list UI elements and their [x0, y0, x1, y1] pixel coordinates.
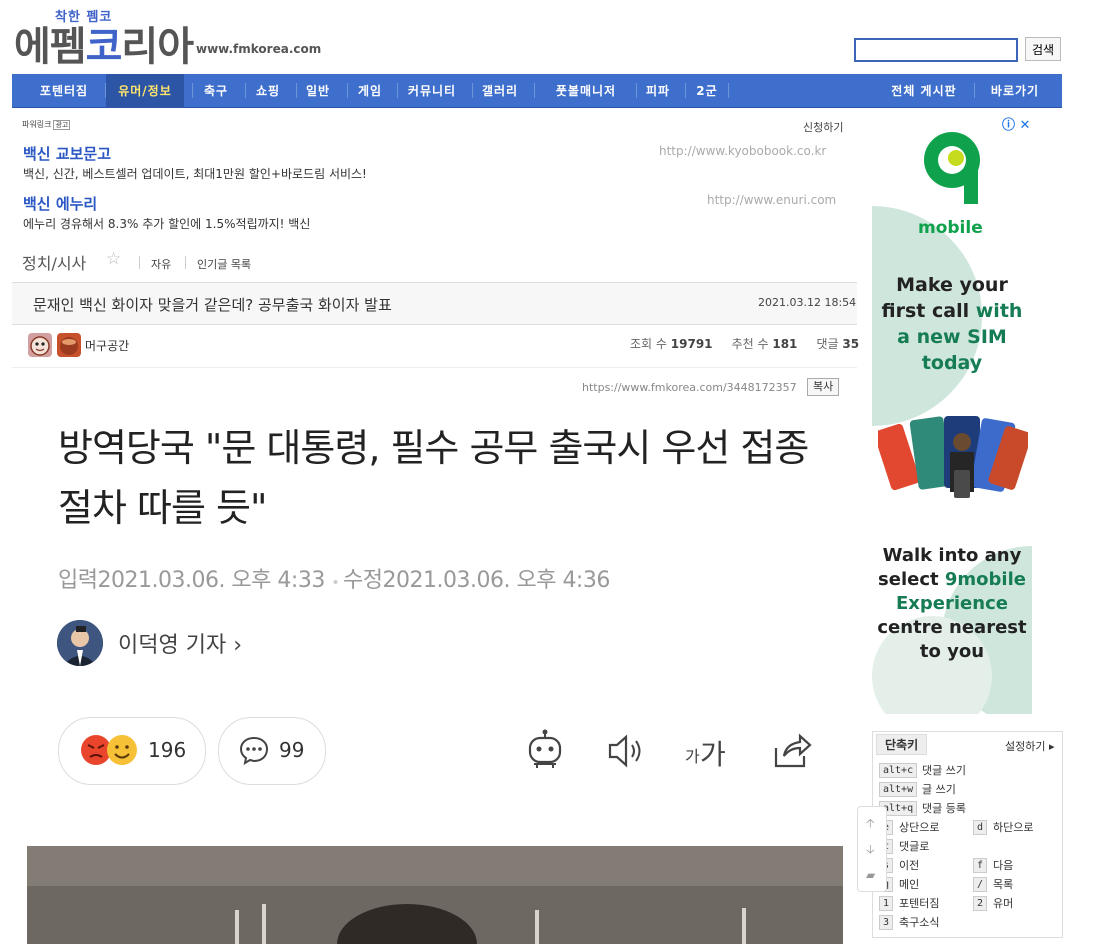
caret-right-icon: ▸ [1048, 740, 1055, 753]
shortcut-label: 다음 [993, 859, 1014, 872]
comment-jump-icon[interactable]: ▰ [866, 868, 875, 882]
shortcut-label: 유머 [993, 897, 1014, 910]
post-url[interactable]: https://www.fmkorea.com/3448172357 [582, 381, 797, 394]
chevron-right-icon: › [233, 633, 243, 658]
article-headline: 방역당국 "문 대통령, 필수 공무 출국시 우선 접종절차 따를 듯" [58, 426, 809, 530]
board-link-popular[interactable]: 인기글 목록 [197, 256, 251, 272]
nav-item-game[interactable]: 게임 [349, 74, 391, 107]
shortcut-label: 상단으로 [899, 821, 940, 834]
comment-button [218, 717, 326, 785]
shortcut-label: 댓글 쓰기 [922, 764, 966, 777]
article-comment-count: 99 [279, 738, 305, 762]
site-url[interactable]: www.fmkorea.com [196, 42, 321, 56]
shortcut-label: 글 쓰기 [922, 783, 956, 796]
shortcut-key: alt+w [879, 782, 918, 797]
post-stats: 조회 수 19791 추천 수 181 댓글 35 [630, 337, 860, 351]
angry-emoji-icon [81, 735, 137, 765]
article-dates: 입력2021.03.06. 오후 4:33 • 수정2021.03.06. 오후… [58, 568, 610, 593]
shortcut-key: 3 [879, 915, 894, 930]
powerlink-label: 파워링크 광고 [22, 120, 71, 130]
shortcut-key: 2 [973, 896, 988, 911]
site-logo[interactable]: 에펨코리아 [14, 14, 194, 72]
star-icon[interactable]: ☆ [106, 249, 121, 269]
search-input[interactable] [854, 38, 1018, 62]
arrow-down-icon[interactable]: 🡣 [866, 840, 875, 861]
recommend-count: 181 [772, 337, 798, 351]
board-link-free[interactable]: 자유 [151, 256, 171, 272]
nav-item-fifa[interactable]: 피파 [638, 74, 678, 107]
views-count: 19791 [670, 337, 713, 351]
shortcut-label: 메인 [899, 878, 920, 891]
nav-item-all-boards[interactable]: 전체 게시판 [880, 74, 968, 107]
shortcut-label: 댓글 등록 [922, 802, 966, 815]
nav-item-poten[interactable]: 포텐터짐 [26, 74, 102, 107]
author-name[interactable]: 머구공간 [85, 337, 129, 354]
ad-title-kyobo[interactable]: 백신 교보문고 [23, 143, 111, 164]
nav-item-football-manager[interactable]: 풋볼매니저 [539, 74, 633, 107]
ad-desc-enuri: 에누리 경유해서 8.3% 추가 할인에 1.5%적립까지! 백신 [23, 217, 311, 231]
nav-item-second-tier[interactable]: 2군 [687, 74, 727, 107]
side-ad-text-1: Make your first call with a new SIM toda… [881, 274, 1023, 374]
post-title: 문재인 백신 화이자 맞을거 같은데? 공무출국 화이자 발표 [33, 296, 392, 314]
logo-part-1: 에펨 [14, 24, 87, 70]
ad-badge: 광고 [53, 120, 71, 130]
shortcut-key: f [973, 858, 988, 873]
logo-part-3: 리아 [121, 24, 194, 70]
main-nav: 포텐터짐 유머/정보 축구 쇼핑 일반 게임 커뮤니티 갤러리 풋볼매니저 피파… [12, 74, 1062, 108]
shortcut-key: / [973, 877, 988, 892]
search-button[interactable]: 검색 [1025, 37, 1061, 61]
font-size-small-label: 가 [685, 747, 700, 766]
ad-info-icon[interactable]: ⓘ ✕ [1002, 114, 1030, 133]
brand-logo-icon [924, 132, 980, 204]
nav-item-community[interactable]: 커뮤니티 [400, 74, 464, 107]
shortcut-title: 단축키 [876, 734, 928, 755]
shortcut-label: 축구소식 [899, 916, 940, 929]
author-avatar[interactable] [28, 333, 52, 357]
post-date: 2021.03.12 18:54 [758, 296, 857, 309]
logo-part-2: 코 [85, 24, 123, 70]
board-title[interactable]: 정치/시사 [22, 250, 86, 274]
robot-summary-icon [528, 729, 562, 768]
shortcut-key: 1 [879, 896, 894, 911]
ad-apply-link[interactable]: 신청하기 [803, 119, 843, 135]
copy-url-button[interactable]: 복사 [807, 378, 840, 396]
author-badge-icon [57, 333, 81, 357]
nav-item-shortcuts[interactable]: 바로가기 [980, 74, 1050, 107]
shortcut-label: 포텐터짐 [899, 897, 940, 910]
shortcut-label: 하단으로 [993, 821, 1034, 834]
ad-phones-illustration [878, 416, 1028, 498]
side-ad-text-2: Walk into any select 9mobile Experience … [877, 545, 1027, 662]
shortcut-label: 댓글로 [899, 840, 930, 853]
reporter-photo [57, 620, 103, 666]
shortcut-key: alt+c [879, 763, 918, 778]
nav-item-general[interactable]: 일반 [297, 74, 339, 107]
comment-bubble-icon [239, 736, 269, 765]
reaction-count: 196 [148, 738, 187, 762]
shortcut-label: 이전 [899, 859, 920, 872]
reporter-name: 이덕영 기자 › [118, 633, 243, 658]
nav-item-gallery[interactable]: 갤러리 [474, 74, 526, 107]
shortcut-label: 목록 [993, 878, 1014, 891]
nav-item-soccer[interactable]: 축구 [195, 74, 237, 107]
ad-url-kyobo[interactable]: http://www.kyobobook.co.kr [659, 144, 826, 158]
nav-item-shopping[interactable]: 쇼핑 [247, 74, 289, 107]
comment-count: 35 [842, 337, 860, 351]
nav-item-humor[interactable]: 유머/정보 [106, 74, 184, 107]
article-photo [27, 846, 843, 948]
shortcut-settings-link[interactable]: 설정하기 ▸ [1005, 738, 1055, 754]
ad-desc-kyobo: 백신, 신간, 베스트셀러 업데이트, 최대1만원 할인+바로드림 서비스! [23, 167, 367, 181]
speaker-icon [608, 734, 641, 768]
font-size-large-label: 가 [700, 738, 726, 771]
arrow-up-icon[interactable]: 🡡 [866, 814, 875, 835]
ad-url-enuri[interactable]: http://www.enuri.com [707, 193, 836, 207]
ad-title-enuri[interactable]: 백신 에누리 [23, 193, 97, 214]
brand-name: mobile [918, 218, 983, 238]
shortcut-key: d [973, 820, 988, 835]
share-icon [774, 733, 812, 768]
